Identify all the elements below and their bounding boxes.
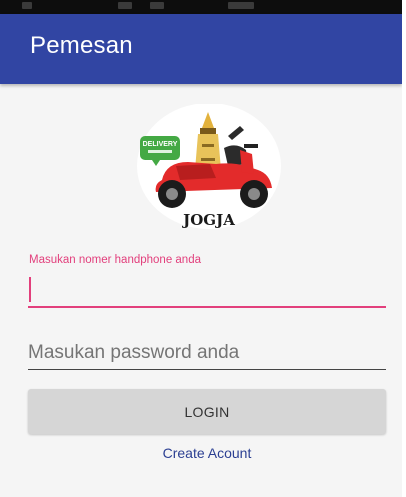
notification-icon	[118, 2, 132, 9]
screen-edge	[402, 0, 406, 497]
notification-icon	[22, 2, 32, 9]
text-cursor	[29, 277, 31, 302]
phone-number-input[interactable]	[28, 272, 386, 308]
notification-icon	[150, 2, 164, 9]
delivery-scooter-logo-icon: DELIVERY JOGJA	[137, 103, 281, 229]
password-input[interactable]	[28, 336, 386, 370]
phone-field-label: Masukan nomer handphone anda	[29, 254, 201, 266]
login-screen: Pemesan DELIVERY JOGJA Masukan nomer han…	[0, 0, 406, 497]
logo-city-text: JOGJA	[181, 211, 235, 229]
app-bar: Pemesan	[0, 14, 402, 84]
app-logo: DELIVERY JOGJA	[136, 103, 282, 232]
delivery-badge-text: DELIVERY	[143, 141, 178, 148]
battery-icon	[228, 2, 254, 9]
create-account-link[interactable]: Create Acount	[0, 445, 406, 461]
login-button[interactable]: LOGIN	[28, 389, 386, 434]
status-bar	[0, 0, 406, 14]
app-title: Pemesan	[30, 32, 133, 59]
